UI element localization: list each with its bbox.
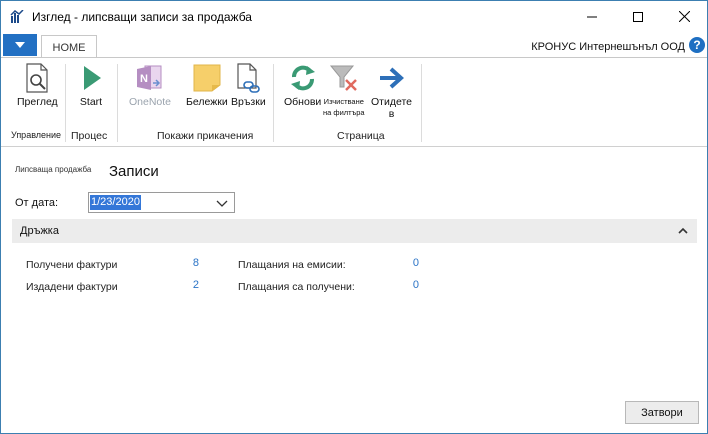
maximize-icon [633, 11, 643, 22]
app-menu-button[interactable] [3, 34, 37, 56]
refresh-label: Обнови [284, 96, 322, 108]
clear-filter-button[interactable]: Изчистване на филтъра [323, 62, 365, 118]
group-label-attachments: Покажи прикачения [157, 130, 254, 142]
tab-home[interactable]: HOME [41, 35, 97, 59]
clear-filter-icon [328, 62, 360, 94]
page-title: Записи [109, 163, 159, 180]
ribbon-tab-row: HOME КРОНУС Интернешънъл ООД ? [1, 32, 707, 59]
onenote-label: OneNote [129, 96, 172, 108]
group-label-manage: Управление [11, 130, 62, 140]
group-separator [421, 64, 422, 142]
preview-button[interactable]: Преглед [17, 62, 58, 108]
goto-button[interactable]: Отидете в [371, 62, 412, 120]
refresh-icon [287, 62, 319, 94]
received-payments-value[interactable]: 0 [399, 279, 419, 291]
link-document-icon [232, 62, 264, 94]
caret-down-icon [15, 42, 25, 48]
received-payments-label: Плащания са получени: [238, 281, 355, 293]
clear-filter-label-line2: на филтъра [323, 108, 365, 117]
fasttab-title: Дръжка [20, 225, 59, 237]
from-date-label: От дата: [15, 197, 59, 209]
from-date-value: 1/23/2020 [90, 195, 141, 210]
received-invoices-label: Получени фактури [26, 259, 118, 271]
preview-label: Преглед [17, 96, 58, 108]
window-title: Изглед - липсващи записи за продажба [32, 10, 252, 24]
app-logo-icon [10, 9, 24, 24]
goto-label-line1: Отидете [371, 96, 412, 108]
page-subtitle-small: Липсваща продажба [15, 165, 92, 174]
group-separator [65, 64, 66, 142]
preview-icon [21, 62, 53, 94]
notes-label: Бележки [186, 96, 228, 108]
minimize-icon [587, 16, 597, 17]
arrow-right-icon [376, 62, 408, 94]
chevron-down-icon [216, 200, 228, 207]
onenote-icon: N [134, 62, 166, 94]
refresh-button[interactable]: Обнови [284, 62, 321, 108]
chevron-up-icon[interactable] [677, 225, 689, 237]
close-icon [678, 11, 690, 22]
svg-text:N: N [140, 73, 148, 85]
clear-filter-label-line1: Изчистване [323, 97, 364, 106]
fasttab-header[interactable]: Дръжка [12, 219, 697, 243]
goto-label-line2: в [388, 108, 395, 120]
help-icon[interactable]: ? [689, 37, 705, 53]
received-invoices-value[interactable]: 8 [179, 257, 199, 269]
close-window-button[interactable] [661, 1, 707, 32]
issued-invoices-label: Издадени фактури [26, 281, 118, 293]
group-separator [117, 64, 118, 142]
group-label-page: Страница [337, 130, 385, 142]
minimize-button[interactable] [569, 1, 615, 32]
sticky-note-icon [191, 62, 223, 94]
from-date-field[interactable]: 1/23/2020 [88, 192, 235, 213]
close-button[interactable]: Затвори [625, 401, 699, 424]
title-bar: Изглед - липсващи записи за продажба [1, 1, 707, 32]
maximize-button[interactable] [615, 1, 661, 32]
notes-button[interactable]: Бележки [186, 62, 228, 108]
emission-payments-label: Плащания на емисии: [238, 259, 346, 271]
play-icon [75, 62, 107, 94]
emission-payments-value[interactable]: 0 [399, 257, 419, 269]
links-label: Връзки [231, 96, 266, 108]
group-label-process: Процес [71, 130, 108, 142]
onenote-button[interactable]: N OneNote [129, 62, 171, 108]
links-button[interactable]: Връзки [231, 62, 266, 108]
start-label: Start [79, 96, 103, 108]
company-name: КРОНУС Интернешънъл ООД [531, 41, 685, 53]
group-separator [273, 64, 274, 142]
app-window: Изглед - липсващи записи за продажба HOM… [0, 0, 708, 434]
ribbon: Преглед Управление Start Процес N OneNot… [1, 57, 707, 147]
issued-invoices-value[interactable]: 2 [179, 279, 199, 291]
start-button[interactable]: Start [75, 62, 107, 108]
